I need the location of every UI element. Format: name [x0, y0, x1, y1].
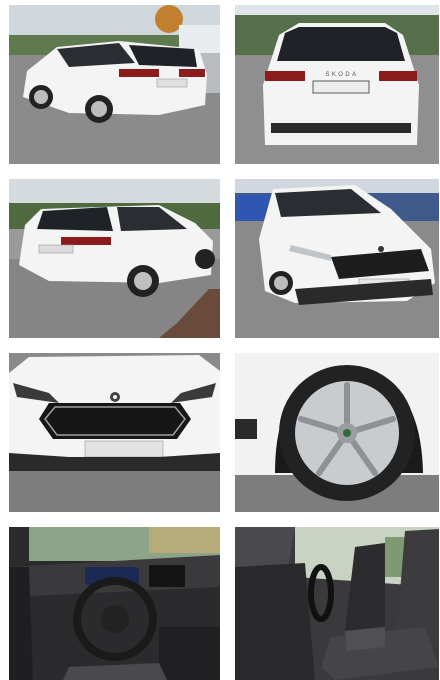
front-seats-icon [235, 527, 439, 680]
photo-tile-3[interactable] [9, 179, 220, 338]
car-front-three-quarter-icon [235, 179, 439, 338]
rear-badge: SKODA [325, 72, 358, 78]
photo-tile-7[interactable] [9, 527, 220, 680]
car-rear-three-quarter-icon [9, 5, 220, 164]
photo-tile-2[interactable]: SKODA [235, 5, 439, 164]
wheel-closeup-icon [235, 353, 439, 512]
photo-tile-8[interactable] [235, 527, 439, 680]
dashboard-icon [9, 527, 220, 680]
photo-tile-6[interactable] [235, 353, 439, 512]
car-rear-icon: SKODA [235, 5, 439, 164]
photo-tile-5[interactable] [9, 353, 220, 512]
car-front-closeup-icon [9, 353, 220, 512]
car-side-rear-icon [9, 179, 220, 338]
photo-tile-1[interactable] [9, 5, 220, 164]
photo-tile-4[interactable] [235, 179, 439, 338]
photo-gallery: SKODA [0, 0, 440, 680]
